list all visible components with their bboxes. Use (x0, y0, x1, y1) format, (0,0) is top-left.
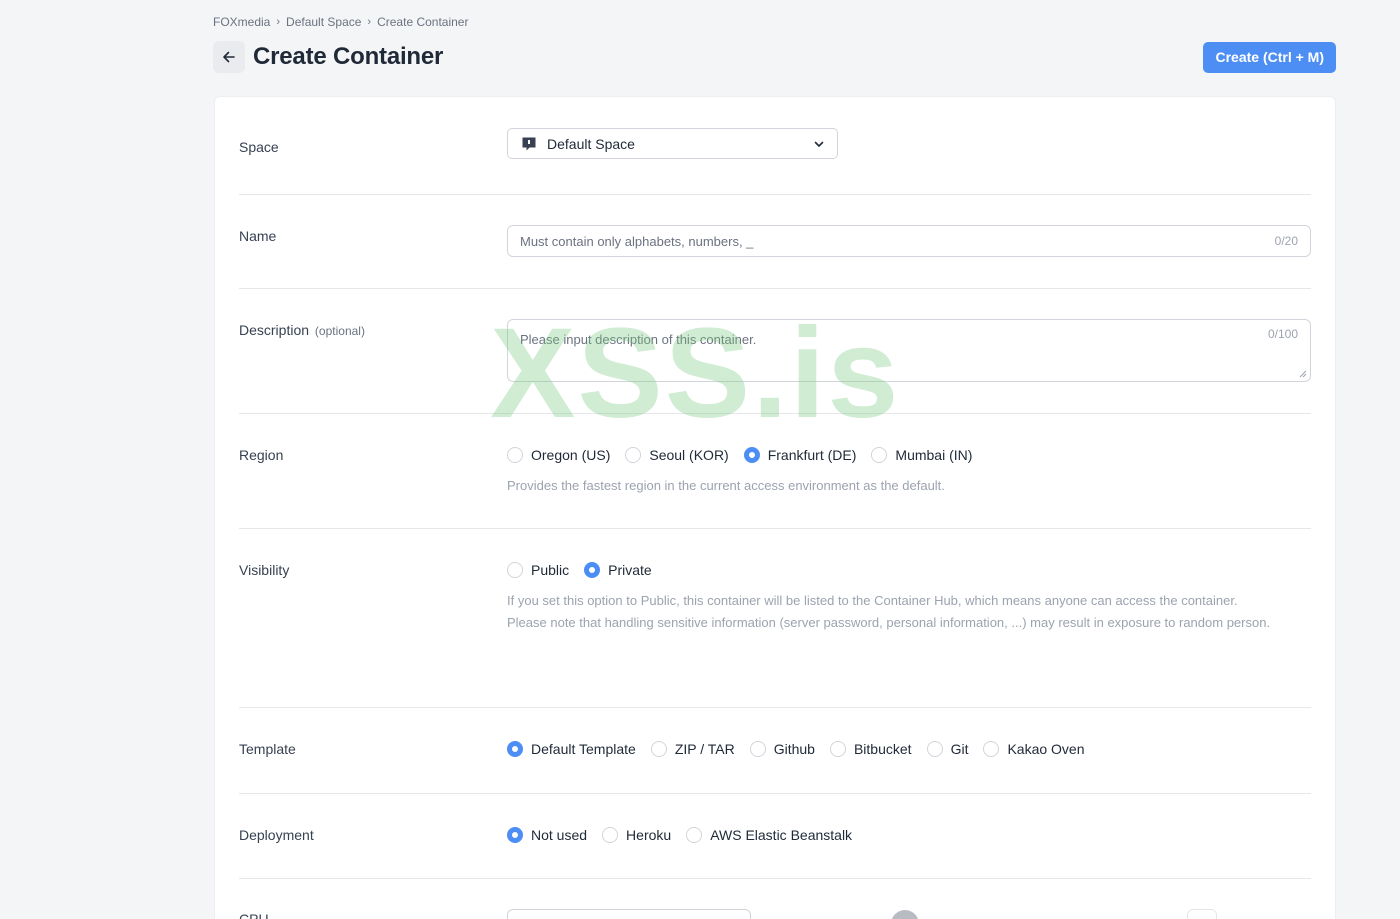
deployment-option-heroku[interactable]: Heroku (602, 827, 671, 843)
space-select[interactable]: Default Space (507, 128, 838, 159)
space-row: Space Default Space (239, 97, 1311, 195)
radio-circle[interactable] (829, 741, 846, 757)
chevron-down-icon (813, 138, 825, 150)
chevron-right-icon: › (367, 16, 372, 28)
radio-label: Seoul (KOR) (649, 447, 729, 463)
breadcrumb-item-current: Create Container (377, 15, 469, 29)
visibility-option-public[interactable]: Public (507, 562, 569, 578)
radio-label: Public (531, 562, 570, 578)
cpu-row: CPU (239, 909, 1313, 919)
radio-circle[interactable] (650, 741, 667, 757)
name-field-wrapper: 0/20 (507, 225, 1311, 257)
radio-label: Kakao Oven (1007, 741, 1085, 757)
breadcrumb: FOXmedia › Default Space › Create Contai… (213, 15, 468, 29)
name-row: Name 0/20 (239, 195, 1311, 289)
visibility-hint-sensitive: Please note that handling sensitive info… (507, 614, 1271, 630)
radio-circle[interactable] (871, 447, 888, 463)
region-option-frankfurt[interactable]: Frankfurt (DE) (743, 447, 857, 463)
radio-label: Oregon (US) (531, 447, 611, 463)
radio-label: AWS Elastic Beanstalk (710, 827, 853, 843)
description-label-text: Description (239, 322, 310, 338)
radio-circle-selected[interactable] (743, 447, 760, 463)
region-option-seoul[interactable]: Seoul (KOR) (625, 447, 729, 463)
deployment-label: Deployment (239, 827, 314, 843)
radio-circle[interactable] (983, 741, 1000, 757)
radio-label: ZIP / TAR (674, 741, 735, 757)
region-hint: Provides the fastest region in the curre… (507, 478, 945, 493)
radio-circle-selected[interactable] (507, 741, 523, 757)
space-icon (521, 136, 537, 152)
radio-circle-selected[interactable] (584, 562, 601, 578)
deployment-radio-group: Not used Heroku AWS Elastic Beanstalk (507, 825, 1311, 845)
optional-tag: (optional) (314, 324, 365, 338)
radio-circle[interactable] (686, 827, 703, 843)
radio-label: Frankfurt (DE) (767, 447, 857, 463)
radio-label: Git (950, 741, 969, 757)
region-label: Region (239, 447, 284, 463)
cpu-extra-button[interactable] (1187, 909, 1217, 919)
region-radio-group: Oregon (US) Seoul (KOR) Frankfurt (DE) M… (507, 445, 1311, 465)
visibility-label: Visibility (239, 562, 290, 578)
visibility-radio-group: Public Private (507, 560, 1311, 580)
region-option-oregon[interactable]: Oregon (US) (507, 447, 610, 463)
radio-label: Github (773, 741, 815, 757)
radio-label: Mumbai (IN) (895, 447, 973, 463)
radio-circle[interactable] (625, 447, 642, 463)
resize-grip-icon[interactable] (1299, 370, 1307, 378)
cpu-select[interactable] (507, 909, 751, 919)
radio-label: Bitbucket (853, 741, 912, 757)
name-input[interactable] (520, 233, 1275, 249)
radio-label: Not used (531, 827, 588, 843)
template-option-default[interactable]: Default Template (507, 741, 636, 757)
description-label: Description (optional) (239, 322, 365, 338)
template-option-github[interactable]: Github (749, 741, 815, 757)
cpu-label: CPU (239, 911, 269, 919)
page-title: Create Container (253, 43, 444, 70)
space-select-value: Default Space (547, 135, 635, 152)
deployment-option-aws-eb[interactable]: AWS Elastic Beanstalk (686, 827, 852, 843)
space-label: Space (239, 139, 279, 155)
cpu-toggle[interactable] (891, 910, 919, 919)
description-counter: 0/100 (1267, 327, 1298, 341)
visibility-hint-public: If you set this option to Public, this c… (507, 593, 1238, 608)
region-option-mumbai[interactable]: Mumbai (IN) (871, 447, 972, 463)
breadcrumb-item-org[interactable]: FOXmedia (213, 15, 270, 29)
back-button[interactable] (213, 41, 245, 73)
radio-label: Default Template (531, 741, 636, 757)
form-card: Space Default Space Name 0/20 (214, 96, 1336, 919)
arrow-left-icon (223, 51, 235, 63)
template-label: Template (239, 741, 296, 757)
template-row: Template Default Template ZIP / TAR Gith… (239, 708, 1311, 794)
visibility-option-private[interactable]: Private (584, 562, 652, 578)
radio-circle[interactable] (507, 447, 523, 463)
deployment-row: Deployment Not used Heroku AWS Elastic B… (239, 794, 1311, 879)
page-header: Create Container Create (Ctrl + M) (213, 41, 1336, 73)
template-option-bitbucket[interactable]: Bitbucket (829, 741, 912, 757)
radio-label: Heroku (626, 827, 672, 843)
deployment-option-not-used[interactable]: Not used (507, 827, 587, 843)
region-row: Region Oregon (US) Seoul (KOR) Frankfurt… (239, 414, 1311, 529)
template-option-zip-tar[interactable]: ZIP / TAR (650, 741, 735, 757)
template-option-kakao-oven[interactable]: Kakao Oven (983, 741, 1085, 757)
radio-circle[interactable] (507, 562, 523, 578)
radio-circle-selected[interactable] (507, 827, 523, 843)
chevron-right-icon: › (276, 16, 281, 28)
radio-circle[interactable] (602, 827, 619, 843)
breadcrumb-item-space[interactable]: Default Space (286, 15, 361, 29)
name-counter: 0/20 (1274, 234, 1298, 248)
description-row: Description (optional) 0/100 (239, 289, 1311, 414)
radio-label: Private (608, 562, 652, 578)
name-label: Name (239, 228, 277, 244)
template-radio-group: Default Template ZIP / TAR Github Bitbuc… (507, 739, 1311, 759)
visibility-row: Visibility Public Private If you set thi… (239, 529, 1311, 708)
radio-circle[interactable] (926, 741, 943, 757)
description-field-wrapper: 0/100 (507, 319, 1311, 382)
create-button[interactable]: Create (Ctrl + M) (1203, 41, 1336, 73)
radio-circle[interactable] (749, 741, 766, 757)
description-textarea[interactable] (508, 320, 1310, 381)
template-option-git[interactable]: Git (926, 741, 969, 757)
